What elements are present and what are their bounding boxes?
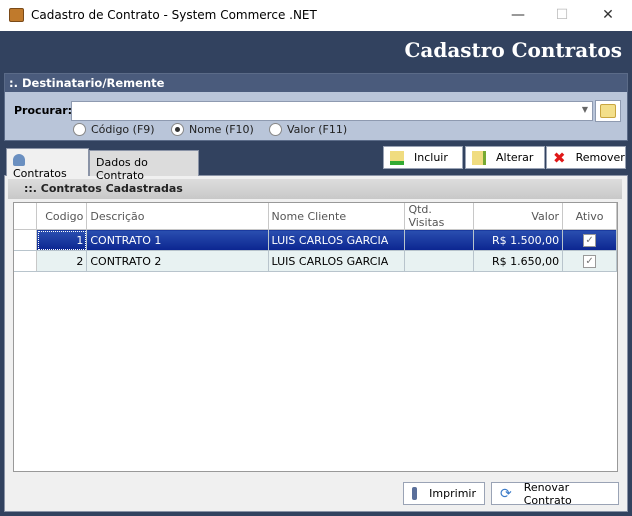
column-header-descricao[interactable]: Descrição <box>86 203 269 230</box>
radio-label: Nome (F10) <box>189 123 254 136</box>
delete-x-icon: ✖ <box>553 148 566 167</box>
window-title: Cadastro de Contrato - System Commerce .… <box>31 8 317 22</box>
button-label: Imprimir <box>429 487 476 500</box>
tab-contratos[interactable]: Contratos <box>6 148 89 180</box>
chevron-down-icon[interactable]: ▼ <box>582 105 588 114</box>
button-label: Incluir <box>414 151 448 164</box>
ativo-checkbox[interactable]: ✓ <box>583 234 597 247</box>
remover-button[interactable]: ✖ Remover <box>546 146 626 169</box>
grid-section-title: ::. Contratos Cadastradas <box>8 179 622 199</box>
column-header-nome-cliente[interactable]: Nome Cliente <box>268 203 406 230</box>
cell-descricao[interactable]: CONTRATO 2 <box>86 250 269 272</box>
row-indicator-header <box>14 203 38 230</box>
grid-header-row: Codigo Descrição Nome Cliente Qtd. Visit… <box>14 203 617 230</box>
cell-nome-cliente[interactable]: LUIS CARLOS GARCIA <box>268 250 406 272</box>
cell-qtd-visitas[interactable] <box>404 229 475 251</box>
alterar-button[interactable]: Alterar <box>465 146 545 169</box>
minimize-button[interactable]: — <box>503 4 533 26</box>
cell-qtd-visitas[interactable] <box>404 250 475 272</box>
cell-valor[interactable]: R$ 1.650,00 <box>473 250 564 272</box>
table-row[interactable]: 2 CONTRATO 2 LUIS CARLOS GARCIA R$ 1.650… <box>14 250 617 272</box>
button-label: Renovar Contrato <box>523 480 572 507</box>
radio-label: Código (F9) <box>91 123 155 136</box>
cell-valor[interactable]: R$ 1.500,00 <box>473 229 564 251</box>
radio-nome[interactable]: Nome (F10) <box>171 123 254 136</box>
incluir-button[interactable]: Incluir <box>383 146 463 169</box>
search-combobox[interactable]: ▼ <box>71 101 593 121</box>
radio-valor[interactable]: Valor (F11) <box>269 123 347 136</box>
ativo-checkbox[interactable]: ✓ <box>583 255 597 268</box>
search-button[interactable] <box>595 100 621 122</box>
column-header-codigo[interactable]: Codigo <box>36 203 88 230</box>
close-button[interactable]: ✕ <box>593 4 623 26</box>
add-document-icon <box>390 150 404 165</box>
table-row[interactable]: ▶ 1 CONTRATO 1 LUIS CARLOS GARCIA R$ 1.5… <box>14 229 617 251</box>
cell-ativo[interactable]: ✓ <box>562 229 617 251</box>
printer-icon <box>412 487 418 500</box>
cell-descricao[interactable]: CONTRATO 1 <box>86 229 269 251</box>
button-label: Alterar <box>496 151 534 164</box>
radio-codigo[interactable]: Código (F9) <box>73 123 155 136</box>
row-indicator <box>14 250 38 272</box>
maximize-button[interactable]: ☐ <box>547 4 577 26</box>
row-indicator-icon: ▶ <box>14 229 38 251</box>
column-header-qtd-visitas[interactable]: Qtd. Visitas <box>404 203 475 230</box>
search-group: :. Destinatario/Remente Procurar: ▼ Códi… <box>4 73 628 141</box>
search-icon <box>600 104 616 118</box>
search-group-title: :. Destinatario/Remente <box>5 74 627 92</box>
cell-codigo[interactable]: 1 <box>36 229 88 251</box>
refresh-icon: ⟳ <box>500 485 512 502</box>
column-header-ativo[interactable]: Ativo <box>562 203 617 230</box>
edit-document-icon <box>472 150 486 165</box>
renovar-contrato-button[interactable]: ⟳ Renovar Contrato <box>491 480 619 507</box>
contracts-grid[interactable]: Codigo Descrição Nome Cliente Qtd. Visit… <box>13 202 618 472</box>
user-search-icon <box>13 154 25 166</box>
column-header-valor[interactable]: Valor <box>473 203 564 230</box>
app-briefcase-icon <box>9 8 24 22</box>
title-bar: Cadastro de Contrato - System Commerce .… <box>0 0 632 31</box>
imprimir-button[interactable]: Imprimir <box>403 482 485 505</box>
page-title: Cadastro Contratos <box>404 38 622 62</box>
cell-codigo[interactable]: 2 <box>36 250 88 272</box>
radio-label: Valor (F11) <box>287 123 348 136</box>
cell-ativo[interactable]: ✓ <box>562 250 617 272</box>
tab-dados-do-contrato[interactable]: Dados do Contrato <box>89 150 199 182</box>
button-label: Remover <box>575 151 625 164</box>
cell-nome-cliente[interactable]: LUIS CARLOS GARCIA <box>268 229 406 251</box>
search-label: Procurar: <box>14 104 73 117</box>
